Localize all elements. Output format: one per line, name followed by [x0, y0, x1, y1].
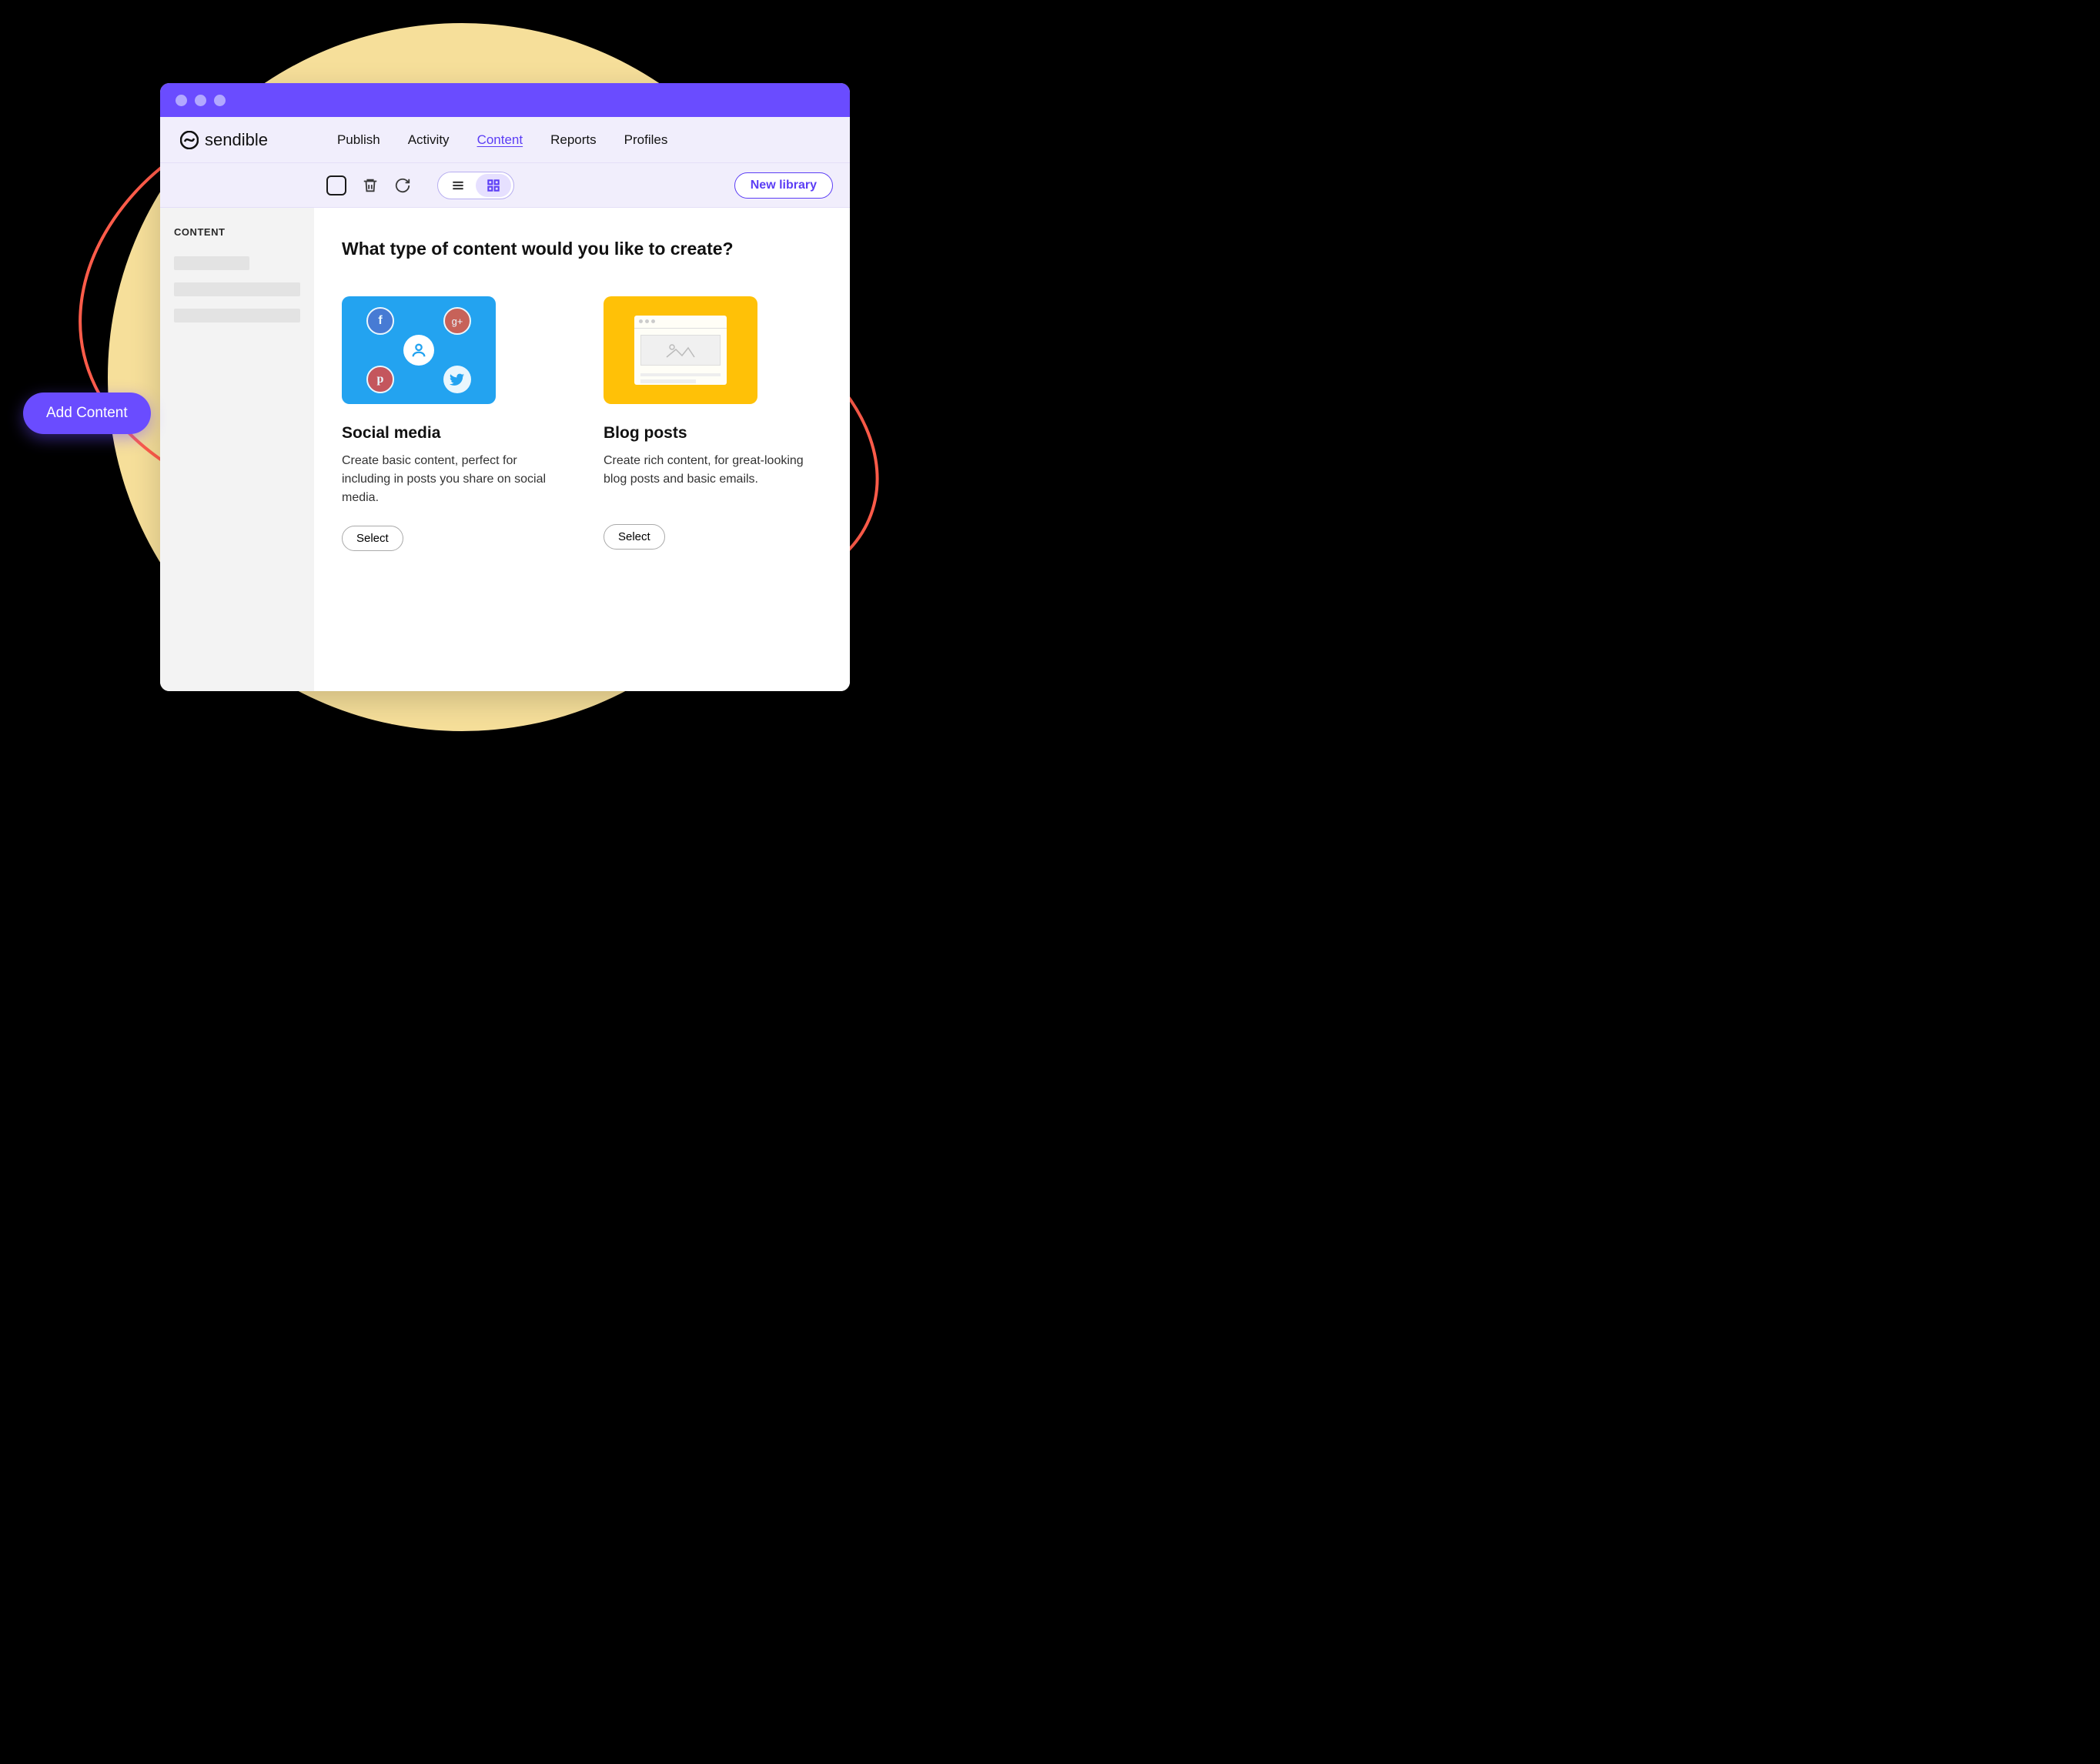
sidebar-placeholder — [174, 309, 300, 322]
content-toolbar: New library — [160, 163, 850, 208]
refresh-icon[interactable] — [394, 177, 411, 194]
window-dot-icon — [214, 95, 226, 106]
nav-activity[interactable]: Activity — [408, 132, 450, 148]
card-title: Social media — [342, 424, 557, 443]
person-icon — [403, 335, 434, 366]
content-type-card-blog: Blog posts Create rich content, for grea… — [604, 296, 819, 551]
sidebar-placeholder — [174, 282, 300, 296]
brand-name: sendible — [205, 130, 268, 150]
window-dot-icon — [176, 95, 187, 106]
new-library-button[interactable]: New library — [734, 172, 833, 199]
window-dot-icon — [195, 95, 206, 106]
google-plus-icon: g+ — [443, 307, 471, 335]
page-heading: What type of content would you like to c… — [342, 239, 822, 259]
view-toggle — [437, 172, 514, 199]
facebook-icon: f — [366, 307, 394, 335]
select-blog-posts-button[interactable]: Select — [604, 524, 665, 550]
nav-publish[interactable]: Publish — [337, 132, 380, 148]
brand-logo[interactable]: sendible — [180, 130, 268, 150]
social-media-illustration: f g+ p — [342, 296, 496, 404]
sendible-logo-icon — [180, 131, 199, 149]
select-social-media-button[interactable]: Select — [342, 526, 403, 551]
pinterest-icon: p — [366, 366, 394, 393]
content-type-card-social: f g+ p Social media Create basi — [342, 296, 557, 551]
sidebar: CONTENT — [160, 208, 314, 691]
select-all-checkbox[interactable] — [326, 175, 346, 195]
top-nav: sendible Publish Activity Content Report… — [160, 117, 850, 163]
card-title: Blog posts — [604, 424, 819, 443]
app-window: sendible Publish Activity Content Report… — [160, 83, 850, 691]
card-description: Create basic content, perfect for includ… — [342, 452, 557, 507]
card-description: Create rich content, for great-looking b… — [604, 452, 819, 506]
sidebar-placeholder — [174, 256, 249, 270]
nav-profiles[interactable]: Profiles — [624, 132, 668, 148]
window-titlebar — [160, 83, 850, 117]
twitter-icon — [443, 366, 471, 393]
main-content: What type of content would you like to c… — [314, 208, 850, 691]
nav-reports[interactable]: Reports — [550, 132, 597, 148]
add-content-button[interactable]: Add Content — [23, 393, 151, 434]
list-view-button[interactable] — [440, 174, 476, 197]
nav-content[interactable]: Content — [477, 132, 523, 148]
sidebar-title: CONTENT — [174, 226, 300, 238]
grid-view-button[interactable] — [476, 174, 511, 197]
blog-post-illustration — [604, 296, 757, 404]
delete-icon[interactable] — [362, 177, 379, 194]
